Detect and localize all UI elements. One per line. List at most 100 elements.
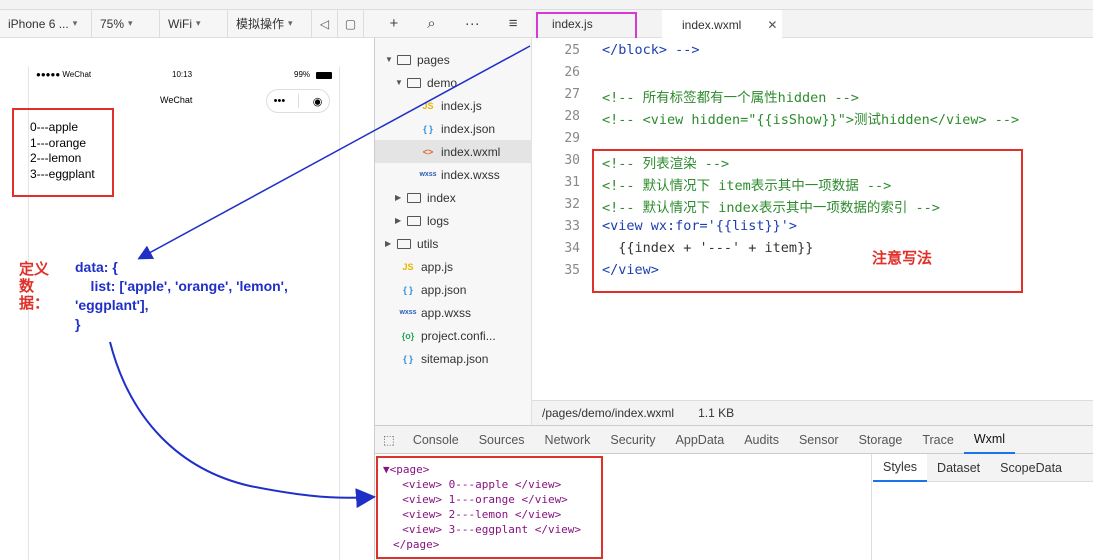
tree-folder-pages[interactable]: ▼ pages [385, 48, 532, 71]
close-icon[interactable]: ✕ [767, 18, 777, 32]
tab-console[interactable]: Console [403, 425, 469, 454]
tab-label: Sensor [798, 432, 839, 447]
data-definition: data: { list: ['apple', 'orange', 'lemon… [75, 258, 288, 334]
nav-title: WeChat [160, 95, 193, 105]
folder-icon [397, 238, 411, 249]
phone-status-bar: ●●●●● WeChat 10:13 99% [36, 70, 336, 82]
tab-storage[interactable]: Storage [849, 425, 913, 454]
tree-label: project.confi... [421, 328, 496, 343]
search-icon[interactable]: ⌕ [427, 15, 435, 32]
tree-folder-demo[interactable]: ▼ demo [395, 71, 532, 94]
data-definition-label: 定义数据： [19, 261, 50, 312]
tab-styles[interactable]: Styles [873, 453, 928, 482]
close-circle-icon[interactable]: ◉ [313, 95, 323, 108]
tree-label: app.js [421, 259, 454, 274]
collapse-icon[interactable]: ≡ [509, 15, 518, 32]
tree-file-app-json[interactable]: { } app.json [399, 278, 532, 301]
tab-sources[interactable]: Sources [469, 425, 535, 454]
add-icon[interactable]: + [390, 15, 399, 32]
more-icon[interactable]: ••• [274, 95, 286, 107]
operation-select[interactable]: 模拟操作 ▾ [228, 9, 312, 38]
line-number: 28 [564, 109, 580, 124]
tab-label: Security [610, 432, 656, 447]
line-number: 34 [564, 241, 580, 256]
tree-file-index-json[interactable]: { } index.json [419, 117, 532, 140]
chevron-down-icon: ▾ [72, 18, 78, 28]
tree-file-project-config[interactable]: {o} project.confi... [399, 324, 532, 347]
status-carrier: ●●●●● WeChat [36, 70, 92, 79]
json-file-icon: { } [403, 284, 413, 295]
json-file-icon: { } [423, 123, 433, 134]
code-line: <!-- 所有标签都有一个属性hidden --> [602, 90, 859, 106]
tab-label: Trace [922, 432, 954, 447]
tree-file-index-wxml[interactable]: <> index.wxml [375, 140, 532, 163]
tree-label: index.json [441, 121, 496, 136]
tab-sensor[interactable]: Sensor [789, 425, 849, 454]
battery-icon [316, 72, 332, 79]
data-line: list: ['apple', 'orange', 'lemon', [75, 278, 288, 294]
chevron-down-icon: ▾ [196, 18, 201, 28]
tab-network[interactable]: Network [535, 425, 601, 454]
tab-label: Styles [883, 459, 918, 474]
wxss-file-icon: wxss [399, 309, 417, 316]
folder-icon [407, 77, 421, 88]
tab-audits[interactable]: Audits [734, 425, 789, 454]
tab-label: index.wxml [682, 17, 742, 32]
more-icon[interactable]: ··· [465, 15, 480, 32]
tab-scopedata[interactable]: ScopeData [990, 454, 1072, 482]
chevron-right-icon: ▶ [395, 193, 402, 202]
note-annotation: 注意写法 [872, 250, 933, 267]
capsule-menu[interactable]: ••• ◉ [266, 89, 330, 113]
tree-label: utils [417, 236, 439, 251]
tree-label: logs [427, 213, 450, 228]
line-number: 32 [564, 197, 580, 212]
volume-icon[interactable]: ◁ [312, 9, 338, 38]
tab-label: Audits [744, 432, 779, 447]
tree-file-app-js[interactable]: JS app.js [399, 255, 532, 278]
status-battery: 99% [294, 70, 311, 79]
list-item: 3---eggplant [30, 166, 95, 181]
tab-index-wxml[interactable]: index.wxml ✕ [662, 10, 782, 39]
simulator-toolbar: iPhone 6 ... ▾ 75% ▾ WiFi ▾ 模拟操作 ▾ ◁ ▢ [0, 9, 375, 38]
tab-label: Sources [478, 432, 525, 447]
wxml-file-icon: <> [422, 146, 434, 157]
highlight-box-wxml [376, 456, 603, 559]
chevron-right-icon: ▶ [385, 239, 392, 248]
highlight-box-tab [536, 12, 637, 41]
tree-folder-index[interactable]: ▶ index [395, 186, 532, 209]
tree-file-index-js[interactable]: JS index.js [419, 94, 532, 117]
chevron-down-icon: ▾ [288, 18, 293, 28]
device-select[interactable]: iPhone 6 ... ▾ [0, 9, 92, 38]
device-select-label: iPhone 6 ... [8, 16, 69, 31]
folder-icon [407, 215, 421, 226]
tree-label: index.wxml [441, 144, 501, 159]
zoom-select[interactable]: 75% ▾ [92, 9, 160, 38]
wxml-side-tabs: Styles Dataset ScopeData [873, 453, 1093, 482]
tree-label: app.wxss [421, 305, 472, 320]
folder-icon [407, 192, 421, 203]
tab-trace[interactable]: Trace [912, 425, 964, 454]
status-time: 10:13 [172, 70, 193, 79]
tab-label: Dataset [937, 460, 981, 475]
line-number: 33 [564, 219, 580, 234]
line-number: 35 [564, 263, 580, 278]
tab-wxml[interactable]: Wxml [963, 425, 1016, 454]
tab-security[interactable]: Security [600, 425, 665, 454]
network-select-label: WiFi [168, 16, 192, 31]
window-icon[interactable]: ▢ [338, 9, 364, 38]
code-line: </block> --> [602, 42, 700, 58]
tree-file-sitemap-json[interactable]: { } sitemap.json [399, 347, 532, 370]
tree-file-index-wxss[interactable]: wxss index.wxss [419, 163, 532, 186]
tab-label: ScopeData [1000, 460, 1062, 475]
network-select[interactable]: WiFi ▾ [160, 9, 228, 38]
chevron-down-icon: ▼ [395, 78, 403, 87]
tree-file-app-wxss[interactable]: wxss app.wxss [399, 301, 532, 324]
tab-dataset[interactable]: Dataset [927, 454, 990, 482]
tree-folder-utils[interactable]: ▶ utils [385, 232, 532, 255]
line-number: 27 [564, 87, 580, 102]
tree-label: sitemap.json [421, 351, 489, 366]
tree-folder-logs[interactable]: ▶ logs [395, 209, 532, 232]
json-file-icon: { } [403, 353, 413, 364]
tab-appdata[interactable]: AppData [666, 425, 735, 454]
inspect-icon[interactable]: ⬚ [375, 425, 403, 454]
